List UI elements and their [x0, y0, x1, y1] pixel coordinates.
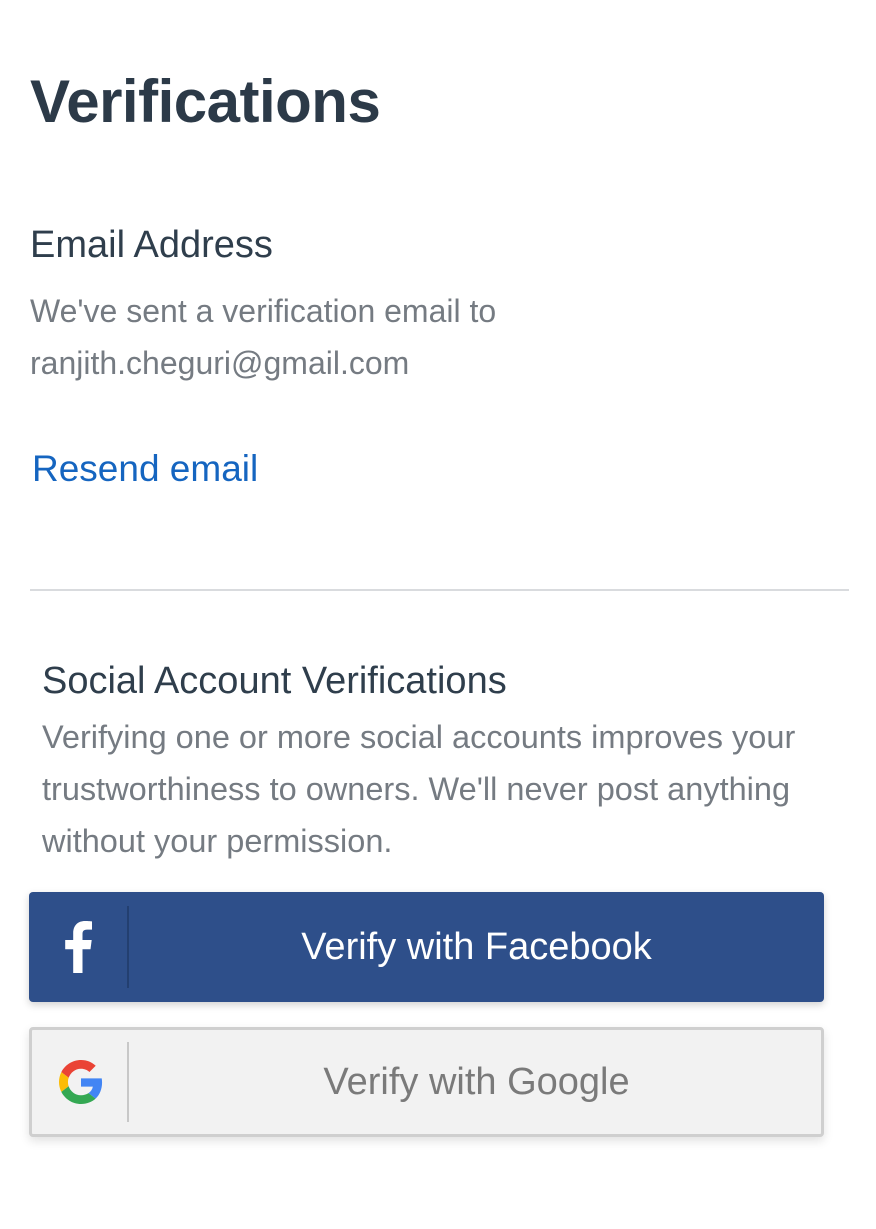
verifications-page: Verifications Email Address We've sent a…: [0, 0, 876, 1229]
google-button-separator: [127, 1042, 129, 1122]
social-verifications-heading: Social Account Verifications: [42, 660, 507, 702]
verify-google-button[interactable]: Verify with Google: [29, 1027, 824, 1137]
page-title: Verifications: [30, 68, 381, 135]
email-address-heading: Email Address: [30, 224, 273, 266]
resend-email-link[interactable]: Resend email: [32, 444, 258, 494]
verify-facebook-button[interactable]: Verify with Facebook: [29, 892, 824, 1002]
verify-google-label: Verify with Google: [323, 1060, 630, 1103]
verify-facebook-label: Verify with Facebook: [301, 925, 652, 968]
email-address-value: ranjith.cheguri@gmail.com: [30, 345, 410, 381]
facebook-icon: [29, 892, 127, 1002]
email-verification-description: We've sent a verification email to ranji…: [30, 285, 590, 389]
email-sent-text: We've sent a verification email to: [30, 293, 497, 329]
section-divider: [30, 589, 849, 591]
google-icon: [32, 1030, 130, 1134]
social-verifications-description: Verifying one or more social accounts im…: [42, 719, 796, 859]
